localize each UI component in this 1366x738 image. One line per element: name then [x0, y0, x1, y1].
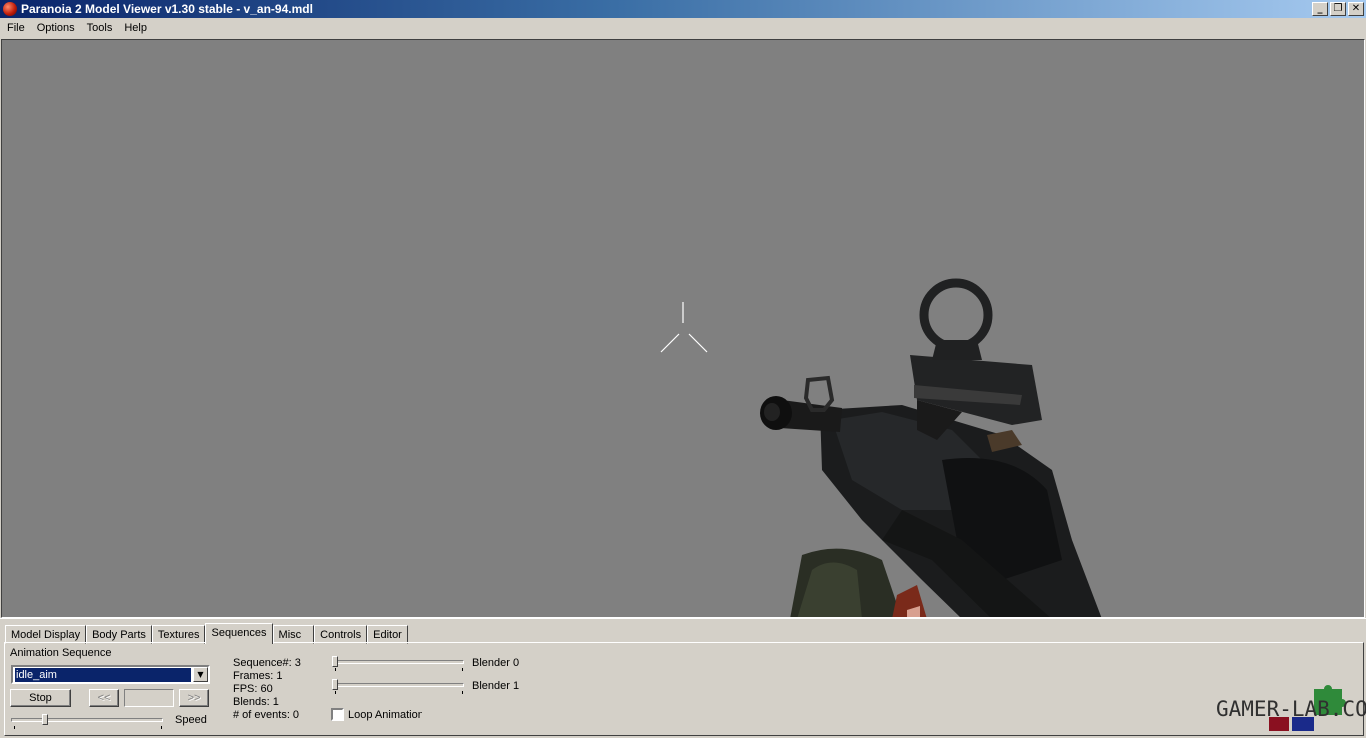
- title-bar[interactable]: Paranoia 2 Model Viewer v1.30 stable - v…: [0, 0, 1366, 18]
- watermark: GAMER-LAB.COM: [1214, 683, 1366, 735]
- restore-button[interactable]: ❐: [1330, 2, 1346, 16]
- weapon-model: [760, 278, 1102, 617]
- sequences-page: Animation Sequence idle_aim ▼ Stop << >>…: [4, 642, 1364, 736]
- blender-1-label: Blender 1: [472, 680, 520, 692]
- loop-animation-label: Loop Animation: [348, 709, 422, 721]
- stop-button[interactable]: Stop: [10, 689, 71, 707]
- close-button[interactable]: ✕: [1348, 2, 1364, 16]
- animation-sequence-select[interactable]: idle_aim ▼: [11, 665, 210, 684]
- prev-frame-button[interactable]: <<: [89, 689, 119, 707]
- next-frame-button[interactable]: >>: [179, 689, 209, 707]
- chevron-down-icon[interactable]: ▼: [193, 667, 208, 682]
- blender-0-slider-thumb[interactable]: [332, 656, 338, 667]
- tab-bar: Model Display Body Parts Textures Sequen…: [5, 623, 408, 644]
- menu-tools[interactable]: Tools: [81, 20, 119, 36]
- speed-slider[interactable]: [11, 714, 165, 729]
- animation-sequence-label: Animation Sequence: [10, 647, 112, 659]
- blends-count: Blends: 1: [233, 696, 279, 708]
- frame-field[interactable]: [124, 689, 174, 707]
- control-panel: Model Display Body Parts Textures Sequen…: [2, 621, 1364, 737]
- app-icon[interactable]: [3, 2, 17, 16]
- selected-sequence: idle_aim: [15, 668, 191, 682]
- speed-label: Speed: [175, 714, 207, 726]
- frames-count: Frames: 1: [233, 670, 283, 682]
- model-viewport[interactable]: [1, 39, 1365, 618]
- fps-value: FPS: 60: [233, 683, 273, 695]
- menu-options[interactable]: Options: [31, 20, 81, 36]
- menu-file[interactable]: File: [1, 20, 31, 36]
- blender-0-slider[interactable]: [332, 656, 466, 671]
- blender-1-slider-thumb[interactable]: [332, 679, 338, 690]
- sequence-number: Sequence#: 3: [233, 657, 301, 669]
- loop-animation-checkbox[interactable]: [331, 708, 344, 721]
- events-count: # of events: 0: [233, 709, 300, 721]
- minimize-button[interactable]: _: [1312, 2, 1328, 16]
- window-title: Paranoia 2 Model Viewer v1.30 stable - v…: [21, 2, 313, 16]
- menu-help[interactable]: Help: [118, 20, 153, 36]
- tab-sequences[interactable]: Sequences: [205, 623, 273, 644]
- menu-bar: File Options Tools Help: [0, 18, 1366, 38]
- blender-1-slider[interactable]: [332, 679, 466, 694]
- watermark-text: GAMER-LAB.COM: [1216, 697, 1366, 721]
- blender-0-label: Blender 0: [472, 657, 520, 669]
- window-controls: _ ❐ ✕: [1312, 2, 1364, 16]
- speed-slider-thumb[interactable]: [41, 714, 48, 725]
